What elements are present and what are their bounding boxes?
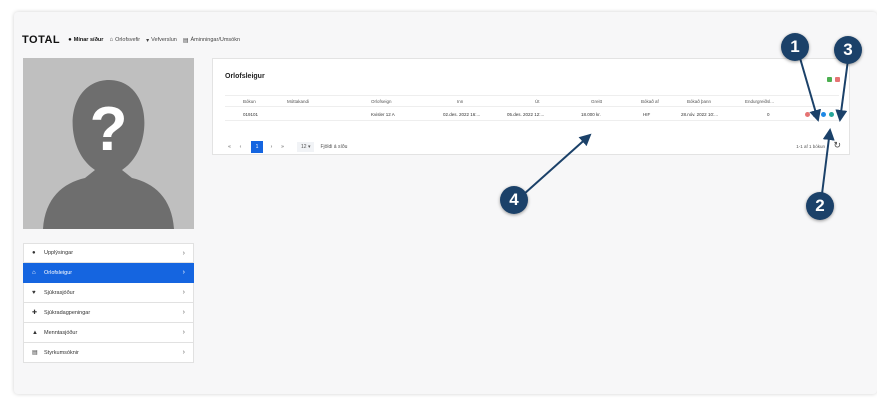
top-navigation: TOTAL ● Mínar síður ⌂ Orlofsvefir ▾ Vefvers… (22, 33, 246, 47)
form-icon: ▤ (32, 350, 38, 356)
add-icon[interactable] (827, 77, 832, 82)
refresh-icon[interactable]: ↻ (833, 140, 841, 151)
callout-badge-3: 3 (834, 36, 862, 64)
booked-on: 28.nóv. 2022 10:... (681, 112, 718, 117)
chevron-down-icon: ▾ (307, 144, 311, 150)
booking-id: 019101 (243, 112, 259, 117)
paid-amount: 18.000 kr. (581, 112, 601, 117)
bookings-panel: Orlofsleigur Bókun Móttakandi Orlofseign… (212, 58, 850, 155)
property: Kvisler 12 A (371, 112, 395, 117)
nav-my-pages[interactable]: ● Mínar síður (68, 37, 103, 43)
column-header[interactable]: Bókað af (641, 99, 659, 104)
refund: 0 (767, 112, 770, 117)
column-header[interactable]: Inn (457, 99, 463, 104)
home-icon: ⌂ (32, 269, 36, 276)
chevron-right-icon: › (182, 289, 185, 296)
table-row[interactable]: 019101 Kvisler 12 A 02.des. 2022 16:... … (225, 109, 839, 121)
info-icon[interactable] (829, 112, 834, 117)
nav-shop[interactable]: ▾ Vefverslun (146, 37, 177, 44)
pagination: « ‹ 1 › » 12 ▾ Fjöldi á síðu (225, 141, 347, 153)
sidebar-item-upplysingar[interactable]: ● Upplýsingar › (23, 243, 194, 263)
view-icon[interactable] (821, 112, 826, 117)
page-size-select[interactable]: 12 ▾ (297, 142, 315, 152)
callout-badge-2: 2 (806, 192, 834, 220)
delete-icon[interactable] (805, 112, 810, 117)
check-in: 02.des. 2022 16:... (443, 112, 481, 117)
chevron-right-icon: › (182, 250, 185, 257)
chevron-right-icon: › (182, 349, 185, 356)
check-out: 05.des. 2022 12:... (507, 112, 545, 117)
chevron-right-icon: › (182, 269, 185, 276)
next-page-button[interactable]: › (267, 144, 276, 150)
column-header[interactable]: Endurgreiðsl... (745, 99, 774, 104)
user-icon: ● (68, 37, 72, 43)
nav-reminders[interactable]: ▤ Áminningar/Umsókn (183, 37, 240, 44)
sidebar-item-orlofsleigur[interactable]: ⌂ Orlofsleigur › (23, 263, 194, 283)
sidebar-item-sjukradagpeningar[interactable]: ✚ Sjúkradagpeningar › (23, 303, 194, 323)
column-header[interactable]: Greitt (591, 99, 602, 104)
column-header[interactable]: Orlofseign (371, 99, 392, 104)
chevron-right-icon: › (182, 329, 185, 336)
export-icon[interactable] (835, 77, 840, 82)
graduation-icon: ▲ (32, 329, 38, 336)
receipt-icon[interactable] (813, 112, 818, 117)
heart-icon: ♥ (32, 289, 36, 296)
document-icon: ▤ (182, 37, 189, 44)
table-header: Bókun Móttakandi Orlofseign Inn Út Greit… (225, 95, 839, 107)
sidebar-item-menntasjodur[interactable]: ▲ Menntasjóður › (23, 323, 194, 343)
column-header[interactable]: Bókun (243, 99, 256, 104)
row-actions (805, 112, 834, 117)
sidebar-item-styrkumsoknir[interactable]: ▤ Styrkumsóknir › (23, 343, 194, 363)
sidebar-item-sjukrasjodur[interactable]: ♥ Sjúkrasjóður › (23, 283, 194, 303)
nav-holiday-homes[interactable]: ⌂ Orlofsvefir (109, 37, 140, 43)
avatar: ? (23, 58, 194, 229)
column-header[interactable]: Móttakandi (287, 99, 309, 104)
current-page-button[interactable]: 1 (251, 141, 263, 153)
last-page-button[interactable]: » (278, 144, 287, 150)
user-icon: ● (32, 250, 36, 256)
avatar-silhouette-icon: ? (23, 58, 194, 229)
callout-badge-1: 1 (781, 33, 809, 61)
cart-icon: ▾ (146, 37, 150, 44)
rows-per-page-label: Fjöldi á síðu (320, 144, 348, 150)
booked-by: HIF (643, 112, 651, 117)
callout-badge-4: 4 (500, 186, 528, 214)
health-icon: ✚ (32, 310, 38, 316)
column-header[interactable]: Út (535, 99, 540, 104)
pagination-info: 1-1 af 1 bókun (796, 144, 825, 149)
column-header[interactable]: Bókað þann (687, 99, 711, 104)
chevron-right-icon: › (182, 309, 185, 316)
svg-text:?: ? (90, 95, 128, 164)
panel-title: Orlofsleigur (225, 73, 265, 80)
sidebar-menu: ● Upplýsingar › ⌂ Orlofsleigur › ♥ Sjúkrasjóð… (23, 243, 194, 363)
home-icon: ⌂ (109, 37, 114, 43)
brand-logo[interactable]: TOTAL (22, 34, 60, 46)
first-page-button[interactable]: « (225, 144, 234, 150)
prev-page-button[interactable]: ‹ (236, 144, 245, 150)
